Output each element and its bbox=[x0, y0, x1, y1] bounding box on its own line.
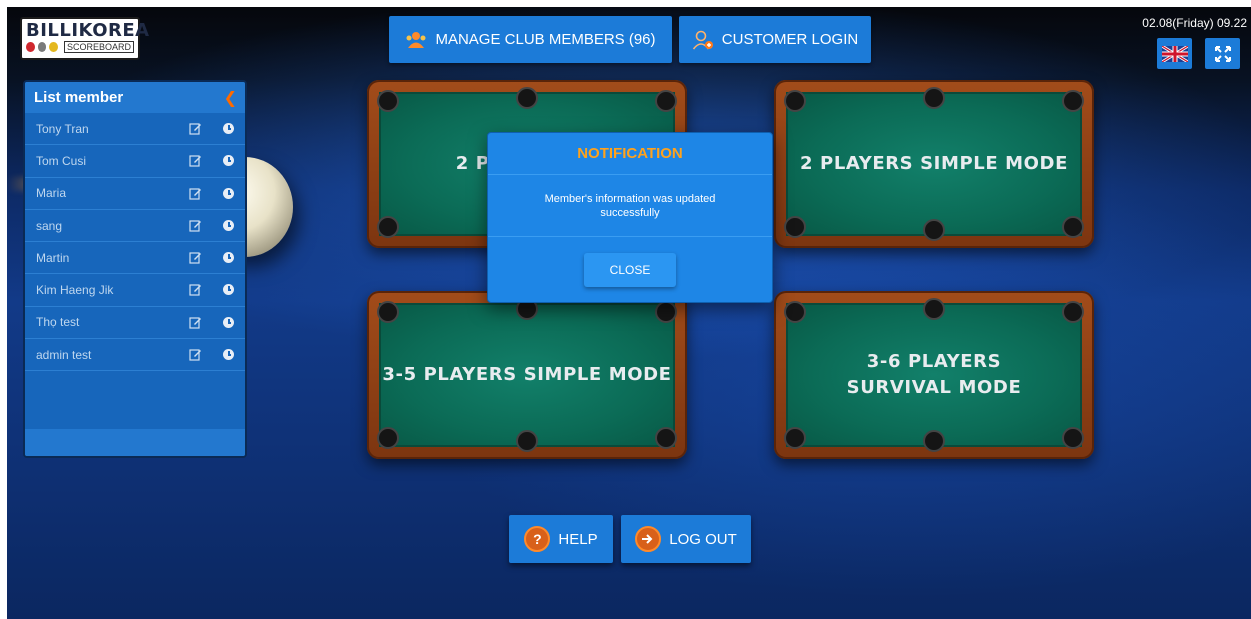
pocket-icon bbox=[923, 430, 945, 452]
history-clock-icon[interactable] bbox=[223, 187, 234, 199]
customer-login-button[interactable]: CUSTOMER LOGIN bbox=[679, 16, 871, 63]
customer-login-label: CUSTOMER LOGIN bbox=[721, 31, 859, 48]
pocket-icon bbox=[1062, 90, 1084, 112]
help-button[interactable]: ? HELP bbox=[509, 515, 613, 563]
pocket-icon bbox=[516, 430, 538, 452]
edit-icon[interactable] bbox=[189, 187, 202, 200]
modal-footer: CLOSE bbox=[488, 237, 772, 302]
logout-arrow-icon bbox=[635, 526, 662, 552]
members-group-icon bbox=[406, 31, 426, 48]
logo-ball-row: SCOREBOARD bbox=[26, 41, 134, 53]
mode-tile-3-5-players-simple[interactable]: 3-5 PLAYERS SIMPLE MODE bbox=[367, 291, 687, 459]
member-row[interactable]: Martin bbox=[25, 242, 245, 275]
pocket-icon bbox=[923, 298, 945, 320]
pocket-icon bbox=[784, 427, 806, 449]
pocket-icon bbox=[655, 301, 677, 323]
pocket-icon bbox=[655, 427, 677, 449]
member-row[interactable]: Maria bbox=[25, 178, 245, 210]
mode-label: 3-5 PLAYERS SIMPLE MODE bbox=[382, 364, 672, 385]
history-clock-icon[interactable] bbox=[223, 219, 234, 231]
pocket-icon bbox=[516, 87, 538, 109]
pocket-icon bbox=[923, 87, 945, 109]
mode-tile-3-6-players-survival[interactable]: 3-6 PLAYERS SURVIVAL MODE bbox=[774, 291, 1094, 459]
billikorea-logo: BILLIKOREA SCOREBOARD bbox=[20, 17, 150, 60]
member-row[interactable]: Thọ test bbox=[25, 307, 245, 340]
member-name: Tony Tran bbox=[36, 121, 89, 136]
member-list-footer bbox=[25, 429, 245, 456]
table-felt: 3-5 PLAYERS SIMPLE MODE bbox=[377, 298, 677, 452]
datetime-display: 02.08(Friday) 09.22 bbox=[1142, 16, 1247, 30]
member-name: sang bbox=[36, 218, 63, 233]
pocket-icon bbox=[1062, 216, 1084, 238]
logout-label: LOG OUT bbox=[669, 530, 737, 548]
member-list: Tony Tran Tom Cusi Maria sang Martin Kim Haen… bbox=[25, 113, 245, 372]
pocket-icon bbox=[784, 90, 806, 112]
modal-message: Member's information was updated success… bbox=[488, 175, 772, 237]
member-row[interactable]: admin test bbox=[25, 339, 245, 372]
edit-icon[interactable] bbox=[189, 251, 202, 264]
collapse-chevron-icon[interactable]: ❮ bbox=[224, 88, 237, 108]
modal-title: NOTIFICATION bbox=[488, 133, 772, 175]
pocket-icon bbox=[377, 90, 399, 112]
member-row[interactable]: sang bbox=[25, 210, 245, 243]
edit-icon[interactable] bbox=[189, 283, 202, 297]
table-felt: 2 PLAYERS SIMPLE MODE bbox=[784, 87, 1084, 241]
mode-label: 2 PLAYERS SIMPLE MODE bbox=[800, 153, 1068, 174]
member-row[interactable]: Tom Cusi bbox=[25, 145, 245, 178]
edit-icon[interactable] bbox=[189, 316, 202, 329]
edit-icon[interactable] bbox=[189, 122, 202, 135]
close-button[interactable]: CLOSE bbox=[584, 253, 676, 287]
pocket-icon bbox=[923, 219, 945, 241]
app-root: BILLIKOREA SCOREBOARD MANAGE CLUB MEMBER… bbox=[7, 7, 1251, 619]
logout-button[interactable]: LOG OUT bbox=[621, 515, 751, 563]
member-name: Maria bbox=[36, 186, 67, 201]
edit-icon[interactable] bbox=[189, 154, 202, 167]
pocket-icon bbox=[1062, 301, 1084, 323]
logo-yellow-ball-icon bbox=[49, 42, 58, 52]
pocket-icon bbox=[655, 90, 677, 112]
table-felt: 3-6 PLAYERS SURVIVAL MODE bbox=[784, 298, 1084, 452]
help-question-icon: ? bbox=[524, 526, 551, 552]
mode-label: 3-6 PLAYERS SURVIVAL MODE bbox=[846, 351, 1022, 398]
logo-brand-text: BILLIKOREA bbox=[26, 20, 150, 41]
user-add-icon bbox=[692, 30, 713, 50]
manage-club-members-label: MANAGE CLUB MEMBERS (96) bbox=[435, 31, 656, 48]
member-row[interactable]: Tony Tran bbox=[25, 113, 245, 146]
member-name: Kim Haeng Jik bbox=[36, 283, 114, 298]
language-button[interactable] bbox=[1157, 38, 1192, 69]
logo-red-ball-icon bbox=[26, 42, 35, 52]
member-name: Thọ test bbox=[36, 315, 80, 330]
pocket-icon bbox=[377, 216, 399, 238]
member-name: admin test bbox=[36, 347, 92, 362]
member-list-panel: List member ❮ Tony Tran Tom Cusi Maria sang… bbox=[23, 80, 247, 458]
pocket-icon bbox=[784, 301, 806, 323]
history-clock-icon[interactable] bbox=[223, 349, 234, 361]
history-clock-icon[interactable] bbox=[223, 123, 234, 134]
member-name: Tom Cusi bbox=[36, 153, 87, 168]
manage-club-members-button[interactable]: MANAGE CLUB MEMBERS (96) bbox=[389, 16, 672, 63]
member-list-title: List member bbox=[34, 89, 124, 106]
pocket-icon bbox=[377, 301, 399, 323]
notification-modal: NOTIFICATION Member's information was up… bbox=[487, 132, 773, 303]
logo-white-ball-icon bbox=[37, 42, 47, 52]
edit-icon[interactable] bbox=[189, 348, 202, 361]
member-row[interactable]: Kim Haeng Jik bbox=[25, 274, 245, 307]
pocket-icon bbox=[377, 427, 399, 449]
history-clock-icon[interactable] bbox=[223, 316, 234, 328]
mode-tile-2-players-simple[interactable]: 2 PLAYERS SIMPLE MODE bbox=[774, 80, 1094, 248]
pocket-icon bbox=[1062, 427, 1084, 449]
member-name: Martin bbox=[36, 250, 70, 265]
fullscreen-icon bbox=[1214, 45, 1231, 62]
edit-icon[interactable] bbox=[189, 219, 202, 232]
pocket-icon bbox=[784, 216, 806, 238]
member-list-header: List member ❮ bbox=[25, 82, 245, 113]
fullscreen-button[interactable] bbox=[1205, 38, 1240, 69]
uk-flag-icon bbox=[1161, 45, 1188, 62]
logo-sub-text: SCOREBOARD bbox=[63, 41, 134, 53]
help-label: HELP bbox=[558, 530, 598, 548]
